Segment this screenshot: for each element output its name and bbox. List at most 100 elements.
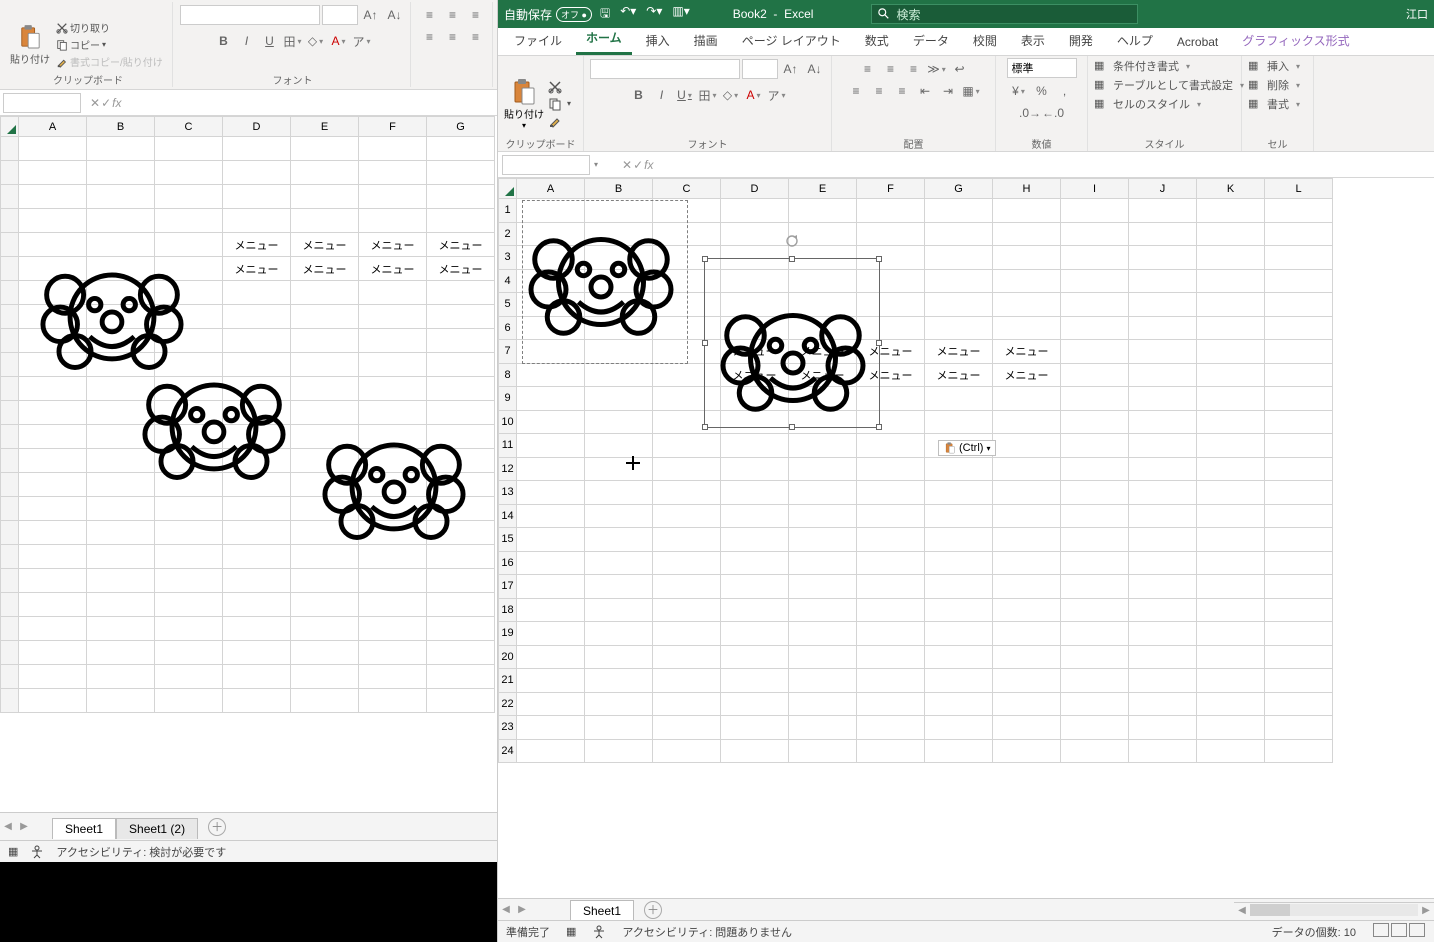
cell-B2[interactable] — [585, 222, 653, 246]
cancel-fx-button[interactable]: ✕ — [622, 158, 632, 172]
cell-K9[interactable] — [1197, 387, 1265, 411]
cell-J22[interactable] — [1129, 692, 1197, 716]
cell-E9[interactable] — [291, 329, 359, 353]
cell-H11[interactable] — [993, 434, 1061, 458]
cell-D9[interactable] — [223, 329, 291, 353]
cell-A1[interactable] — [19, 137, 87, 161]
row-24[interactable]: 24 — [499, 739, 517, 763]
border-button[interactable]: 田 — [697, 84, 719, 106]
cell-A21[interactable] — [517, 669, 585, 693]
col-K[interactable]: K — [1197, 179, 1265, 199]
row-16[interactable]: 16 — [499, 551, 517, 575]
cell-G10[interactable] — [925, 410, 993, 434]
cell-D17[interactable] — [223, 521, 291, 545]
cell-J17[interactable] — [1129, 575, 1197, 599]
cell-B8[interactable] — [87, 305, 155, 329]
cell-A4[interactable] — [517, 269, 585, 293]
cell-C9[interactable] — [155, 329, 223, 353]
copy-button[interactable]: コピー▾ — [56, 37, 163, 52]
cell-B23[interactable] — [87, 665, 155, 689]
cell-J4[interactable] — [1129, 269, 1197, 293]
cell-G23[interactable] — [925, 716, 993, 740]
cell-D6[interactable]: メニュー — [223, 257, 291, 281]
cell-J24[interactable] — [1129, 739, 1197, 763]
cell-G13[interactable] — [427, 425, 495, 449]
cell-C21[interactable] — [155, 617, 223, 641]
cell-C23[interactable] — [653, 716, 721, 740]
cell-G5[interactable]: メニュー — [427, 233, 495, 257]
cell-J20[interactable] — [1129, 645, 1197, 669]
cell-A23[interactable] — [19, 665, 87, 689]
cell-I1[interactable] — [1061, 199, 1129, 223]
cell-B16[interactable] — [87, 497, 155, 521]
cell-C6[interactable] — [653, 316, 721, 340]
row-23[interactable]: 23 — [499, 716, 517, 740]
confirm-fx-button[interactable]: ✓ — [101, 96, 111, 110]
cell-G5[interactable] — [925, 293, 993, 317]
cell-E9[interactable] — [789, 387, 857, 411]
cell-B12[interactable] — [87, 401, 155, 425]
cell-I8[interactable] — [1061, 363, 1129, 387]
cell-F21[interactable] — [857, 669, 925, 693]
cell-B13[interactable] — [87, 425, 155, 449]
cell-B19[interactable] — [585, 622, 653, 646]
cell-G2[interactable] — [427, 161, 495, 185]
cell-B23[interactable] — [585, 716, 653, 740]
cell-C19[interactable] — [155, 569, 223, 593]
user-label[interactable]: 江口 — [1406, 6, 1428, 22]
cell-B11[interactable] — [585, 434, 653, 458]
cell-C5[interactable] — [155, 233, 223, 257]
cell-G18[interactable] — [427, 545, 495, 569]
currency-button[interactable]: ¥ — [1008, 80, 1030, 102]
cell-F22[interactable] — [359, 641, 427, 665]
cell-G7[interactable]: メニュー — [925, 340, 993, 364]
hscroll-thumb[interactable] — [1250, 904, 1290, 916]
cell-B18[interactable] — [87, 545, 155, 569]
cell-D11[interactable] — [223, 377, 291, 401]
cell-B13[interactable] — [585, 481, 653, 505]
cell-K10[interactable] — [1197, 410, 1265, 434]
status-settings-icon[interactable]: ▦ — [8, 845, 18, 858]
cell-C24[interactable] — [155, 689, 223, 713]
cell-E24[interactable] — [291, 689, 359, 713]
cell-L13[interactable] — [1265, 481, 1333, 505]
name-box[interactable] — [502, 155, 590, 175]
cell-G4[interactable] — [427, 209, 495, 233]
phonetic-button[interactable]: ア — [351, 30, 373, 52]
decrease-font-button[interactable]: A↓ — [384, 4, 406, 26]
font-size-combo[interactable] — [322, 5, 358, 25]
cell-A12[interactable] — [19, 401, 87, 425]
cell-K3[interactable] — [1197, 246, 1265, 270]
col-H[interactable]: H — [993, 179, 1061, 199]
cell-A7[interactable] — [19, 281, 87, 305]
number-format-combo[interactable]: 標準 — [1007, 58, 1077, 78]
cell-B17[interactable] — [585, 575, 653, 599]
tab-review[interactable]: 校閲 — [963, 28, 1007, 55]
col-G[interactable]: G — [925, 179, 993, 199]
font-name-combo[interactable] — [590, 59, 740, 79]
cell-F3[interactable] — [359, 185, 427, 209]
cell-J5[interactable] — [1129, 293, 1197, 317]
cell-A1[interactable] — [517, 199, 585, 223]
cell-D7[interactable] — [223, 281, 291, 305]
cell-L1[interactable] — [1265, 199, 1333, 223]
cell-D1[interactable] — [721, 199, 789, 223]
cell-D15[interactable] — [721, 528, 789, 552]
paste-icon[interactable] — [19, 23, 41, 51]
cell-E6[interactable] — [789, 316, 857, 340]
cell-A2[interactable] — [19, 161, 87, 185]
cell-J10[interactable] — [1129, 410, 1197, 434]
row-12[interactable] — [1, 401, 19, 425]
cell-L14[interactable] — [1265, 504, 1333, 528]
cell-G15[interactable] — [925, 528, 993, 552]
cell-C24[interactable] — [653, 739, 721, 763]
cell-C8[interactable] — [155, 305, 223, 329]
cell-E8[interactable] — [291, 305, 359, 329]
row-9[interactable]: 9 — [499, 387, 517, 411]
cell-G24[interactable] — [925, 739, 993, 763]
row-21[interactable]: 21 — [499, 669, 517, 693]
row-11[interactable]: 11 — [499, 434, 517, 458]
cell-G22[interactable] — [925, 692, 993, 716]
cell-B3[interactable] — [585, 246, 653, 270]
cell-H20[interactable] — [993, 645, 1061, 669]
